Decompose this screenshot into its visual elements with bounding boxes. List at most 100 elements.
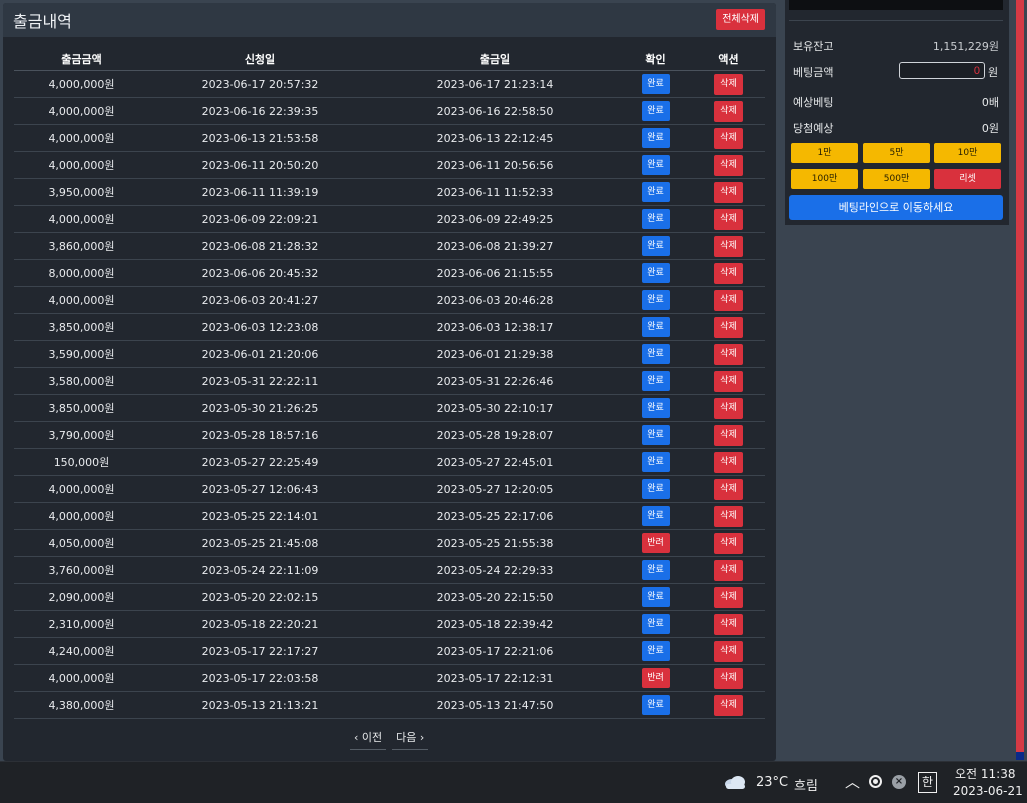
action-cell: 삭제 — [692, 421, 765, 449]
table-row: 4,050,000원 2023-05-25 21:45:08 2023-05-25 … — [14, 529, 765, 557]
status-cell: 완료 — [619, 691, 692, 719]
scrollbar-track[interactable] — [1016, 0, 1024, 760]
status-cell: 완료 — [619, 205, 692, 233]
table-row: 2,090,000원 2023-05-20 22:02:15 2023-05-20 … — [14, 583, 765, 611]
prev-page-button[interactable]: ‹ 이전 — [350, 727, 387, 750]
table-row: 4,240,000원 2023-05-17 22:17:27 2023-05-17 … — [14, 637, 765, 665]
amount-cell: 4,000,000원 — [14, 502, 149, 530]
status-cell: 완료 — [619, 421, 692, 449]
status-cell: 완료 — [619, 556, 692, 584]
paid-date-cell: 2023-06-16 22:58:50 — [371, 97, 619, 125]
requested-date-cell: 2023-06-17 20:57:32 — [149, 70, 371, 98]
delete-row-button[interactable]: 삭제 — [714, 613, 743, 635]
delete-row-button[interactable]: 삭제 — [714, 478, 743, 500]
go-to-betting-line-button[interactable]: 베팅라인으로 이동하세요 — [789, 195, 1003, 220]
paid-date-cell: 2023-06-17 21:23:14 — [371, 70, 619, 98]
delete-row-button[interactable]: 삭제 — [714, 370, 743, 392]
action-cell: 삭제 — [692, 637, 765, 665]
delete-row-button[interactable]: 삭제 — [714, 532, 743, 554]
delete-all-button[interactable]: 전체삭제 — [716, 9, 765, 30]
betslip-top-strip — [789, 0, 1003, 10]
paid-date-cell: 2023-05-30 22:10:17 — [371, 394, 619, 422]
delete-row-button[interactable]: 삭제 — [714, 181, 743, 203]
delete-row-button[interactable]: 삭제 — [714, 154, 743, 176]
paid-date-cell: 2023-05-25 22:17:06 — [371, 502, 619, 530]
status-badge: 완료 — [641, 290, 670, 310]
status-cell: 완료 — [619, 313, 692, 341]
expected-odds-value: 0배 — [981, 96, 999, 109]
record-icon[interactable] — [869, 775, 882, 788]
action-cell: 삭제 — [692, 583, 765, 611]
status-cell: 완료 — [619, 367, 692, 395]
requested-date-cell: 2023-05-27 22:25:49 — [149, 448, 371, 476]
paid-date-cell: 2023-06-06 21:15:55 — [371, 259, 619, 287]
col-status: 확인 — [619, 48, 692, 71]
balance-value: 1,151,229원 — [932, 40, 999, 53]
table-row: 150,000원 2023-05-27 22:25:49 2023-05-27 22… — [14, 448, 765, 476]
amount-1m-button[interactable]: 100만 — [791, 169, 858, 189]
delete-row-button[interactable]: 삭제 — [714, 343, 743, 365]
paid-date-cell: 2023-06-03 12:38:17 — [371, 313, 619, 341]
amount-cell: 4,000,000원 — [14, 70, 149, 98]
amount-cell: 3,860,000원 — [14, 232, 149, 260]
amount-cell: 3,790,000원 — [14, 421, 149, 449]
action-cell: 삭제 — [692, 259, 765, 287]
reset-button[interactable]: 리셋 — [934, 169, 1001, 189]
paid-date-cell: 2023-06-08 21:39:27 — [371, 232, 619, 260]
cloud-icon[interactable] — [723, 774, 747, 790]
clock-time[interactable]: 오전 11:38 — [955, 765, 1015, 782]
action-cell: 삭제 — [692, 205, 765, 233]
amount-cell: 4,000,000원 — [14, 97, 149, 125]
col-requested: 신청일 — [149, 48, 371, 71]
ime-indicator[interactable]: 한 — [918, 772, 937, 793]
action-cell: 삭제 — [692, 70, 765, 98]
delete-row-button[interactable]: 삭제 — [714, 289, 743, 311]
amount-5m-button[interactable]: 500만 — [863, 169, 930, 189]
amount-cell: 3,850,000원 — [14, 394, 149, 422]
delete-row-button[interactable]: 삭제 — [714, 397, 743, 419]
delete-row-button[interactable]: 삭제 — [714, 640, 743, 662]
delete-row-button[interactable]: 삭제 — [714, 559, 743, 581]
paid-date-cell: 2023-05-28 19:28:07 — [371, 421, 619, 449]
close-icon[interactable]: × — [892, 775, 906, 789]
amount-100k-button[interactable]: 10만 — [934, 143, 1001, 163]
status-badge: 완료 — [641, 128, 670, 148]
status-cell: 완료 — [619, 502, 692, 530]
requested-date-cell: 2023-05-25 21:45:08 — [149, 529, 371, 557]
table-row: 8,000,000원 2023-06-06 20:45:32 2023-06-06 … — [14, 259, 765, 287]
status-badge: 완료 — [641, 560, 670, 580]
status-cell: 완료 — [619, 124, 692, 152]
table-header-row: 출금금액 신청일 출금일 확인 액션 — [14, 48, 765, 71]
requested-date-cell: 2023-05-17 22:03:58 — [149, 664, 371, 692]
amount-10k-button[interactable]: 1만 — [791, 143, 858, 163]
clock-date[interactable]: 2023-06-21 — [953, 784, 1023, 798]
next-page-button[interactable]: 다음 › — [392, 727, 429, 750]
action-cell: 삭제 — [692, 313, 765, 341]
delete-row-button[interactable]: 삭제 — [714, 451, 743, 473]
delete-row-button[interactable]: 삭제 — [714, 262, 743, 284]
chevron-up-icon[interactable]: ︿ — [845, 771, 860, 792]
delete-row-button[interactable]: 삭제 — [714, 316, 743, 338]
delete-row-button[interactable]: 삭제 — [714, 235, 743, 257]
delete-row-button[interactable]: 삭제 — [714, 100, 743, 122]
delete-row-button[interactable]: 삭제 — [714, 505, 743, 527]
delete-row-button[interactable]: 삭제 — [714, 73, 743, 95]
status-badge: 완료 — [641, 641, 670, 661]
taskbar: 23°C 흐림 ︿ × 한 오전 11:38 2023-06-21 — [0, 761, 1027, 803]
action-cell: 삭제 — [692, 340, 765, 368]
bet-amount-input[interactable] — [899, 62, 985, 79]
delete-row-button[interactable]: 삭제 — [714, 586, 743, 608]
status-cell: 완료 — [619, 70, 692, 98]
status-cell: 완료 — [619, 340, 692, 368]
amount-50k-button[interactable]: 5만 — [863, 143, 930, 163]
weather-desc[interactable]: 흐림 — [794, 775, 818, 794]
requested-date-cell: 2023-06-11 20:50:20 — [149, 151, 371, 179]
delete-row-button[interactable]: 삭제 — [714, 694, 743, 716]
delete-row-button[interactable]: 삭제 — [714, 667, 743, 689]
weather-temp[interactable]: 23°C — [756, 775, 788, 790]
delete-row-button[interactable]: 삭제 — [714, 424, 743, 446]
delete-row-button[interactable]: 삭제 — [714, 208, 743, 230]
panel-header: 출금내역 전체삭제 — [3, 3, 776, 37]
delete-row-button[interactable]: 삭제 — [714, 127, 743, 149]
status-badge: 완료 — [641, 506, 670, 526]
